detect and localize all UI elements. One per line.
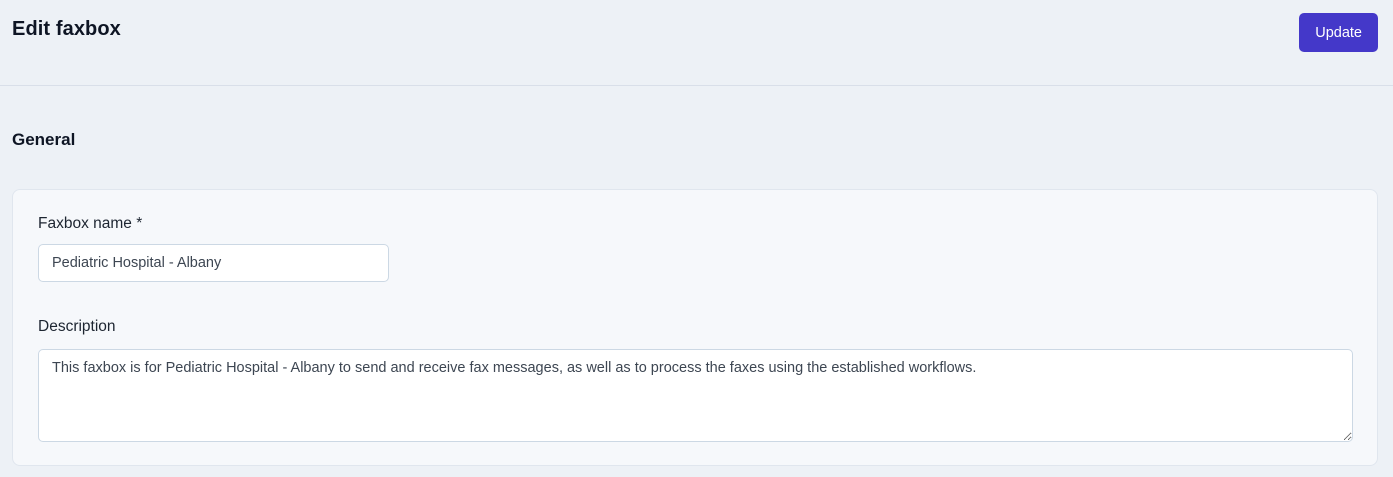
- description-textarea[interactable]: This faxbox is for Pediatric Hospital - …: [38, 349, 1353, 442]
- general-section-panel: Faxbox name * Description This faxbox is…: [12, 189, 1378, 466]
- faxbox-name-label: Faxbox name *: [38, 215, 143, 232]
- page-header: Edit faxbox Update: [0, 0, 1393, 85]
- description-group: Description This faxbox is for Pediatric…: [38, 318, 1353, 442]
- header-divider: [0, 85, 1393, 86]
- faxbox-name-input[interactable]: [38, 244, 389, 282]
- update-button[interactable]: Update: [1299, 13, 1378, 52]
- general-section-heading: General: [12, 130, 76, 149]
- faxbox-name-group: Faxbox name *: [38, 215, 1353, 282]
- description-label: Description: [38, 318, 116, 335]
- page-title: Edit faxbox: [12, 18, 121, 40]
